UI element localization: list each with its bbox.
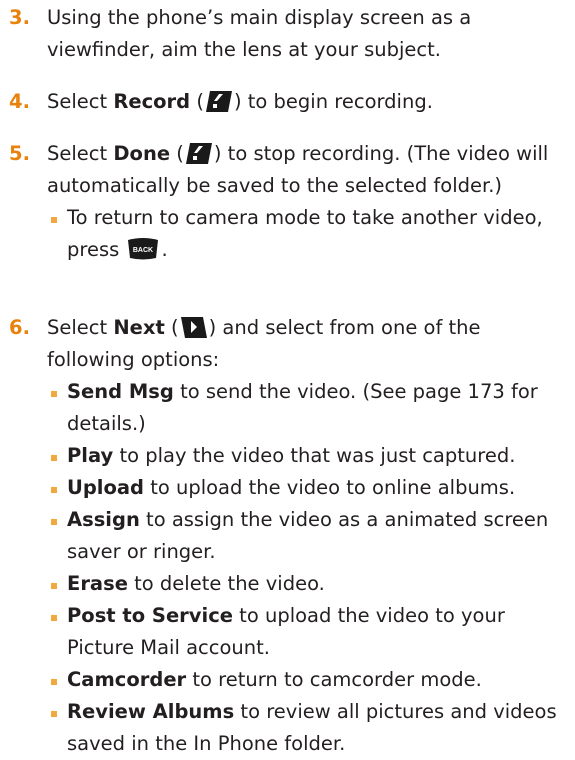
list-item: Upload to upload the video to online alb… <box>47 472 569 504</box>
manual-page: 3. Using the phone’s main display screen… <box>0 0 575 755</box>
option-name: Erase <box>67 572 128 595</box>
step-text: Select Done () to stop recording. (The v… <box>47 141 549 197</box>
option-description: to return to camcorder mode. <box>186 668 482 691</box>
right-softkey-icon <box>179 315 209 340</box>
step-4: 4. Select Record () to begin recording. <box>9 86 569 118</box>
list-item: Send Msg to send the video. (See page 17… <box>47 376 569 440</box>
bullet-square-icon <box>51 455 57 461</box>
step-number: 3. <box>9 6 30 29</box>
option-description: to upload the video to online albums. <box>144 476 516 499</box>
option-name: Camcorder <box>67 668 187 691</box>
bullet-square-icon <box>51 583 57 589</box>
list-item: Camcorder to return to camcorder mode. <box>47 664 569 696</box>
option-name: Assign <box>67 508 140 531</box>
bullet-square-icon <box>51 391 57 397</box>
left-softkey-icon <box>184 141 214 166</box>
step-3: 3. Using the phone’s main display screen… <box>9 2 569 66</box>
back-key-icon: BACK <box>125 237 161 261</box>
step-text: Select Record () to begin recording. <box>47 89 433 114</box>
step-text: Using the phone’s main display screen as… <box>47 6 472 61</box>
done-label: Done <box>113 142 171 165</box>
bullet-square-icon <box>51 711 57 717</box>
next-label: Next <box>113 316 165 339</box>
bullet-square-icon <box>51 487 57 493</box>
option-description: to play the video that was just captured… <box>113 444 516 467</box>
list-item: Assign to assign the video as a animated… <box>47 504 569 568</box>
left-softkey-icon <box>204 89 234 114</box>
list-item: To return to camera mode to take another… <box>47 202 569 266</box>
step-5: 5. Select Done () to stop recording. (Th… <box>9 138 569 266</box>
option-name: Play <box>67 444 114 467</box>
option-name: Post to Service <box>67 604 233 627</box>
option-description: to delete the video. <box>127 572 325 595</box>
bullet-square-icon <box>51 519 57 525</box>
record-label: Record <box>113 90 191 113</box>
option-description: to assign the video as a animated screen… <box>67 508 549 563</box>
list-item: Post to Service to upload the video to y… <box>47 600 569 664</box>
bullet-square-icon <box>51 217 57 223</box>
option-name: Upload <box>67 476 144 499</box>
list-item: Review Albums to review all pictures and… <box>47 696 569 760</box>
step-5-bullets: To return to camera mode to take another… <box>9 202 569 266</box>
svg-text:BACK: BACK <box>133 247 153 254</box>
option-name: Send Msg <box>67 380 174 403</box>
list-item: Play to play the video that was just cap… <box>47 440 569 472</box>
bullet-square-icon <box>51 679 57 685</box>
step-6: 6. Select Next () and select from one of… <box>9 312 569 760</box>
step-number: 5. <box>9 142 30 165</box>
bullet-square-icon <box>51 615 57 621</box>
option-name: Review Albums <box>67 700 235 723</box>
step-text: Select Next () and select from one of th… <box>47 315 481 371</box>
options-list: Send Msg to send the video. (See page 17… <box>9 376 569 760</box>
step-number: 4. <box>9 90 30 113</box>
step-number: 6. <box>9 316 30 339</box>
list-item: Erase to delete the video. <box>47 568 569 600</box>
